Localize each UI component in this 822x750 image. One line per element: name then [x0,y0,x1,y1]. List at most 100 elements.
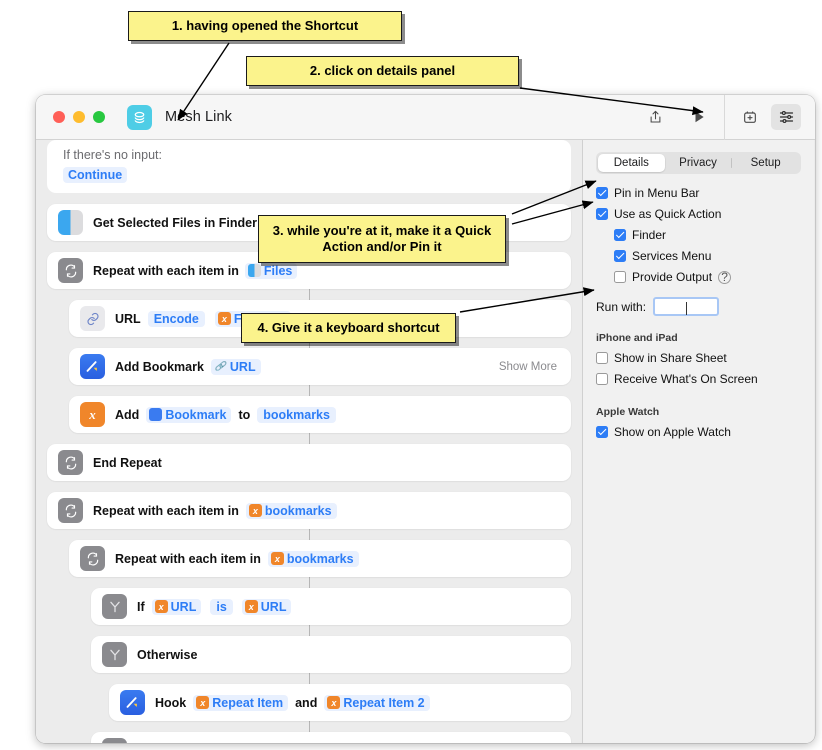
checkbox-show-on-apple-watch[interactable]: Show on Apple Watch [596,425,801,439]
flow-connector [308,529,310,540]
show-more-button[interactable]: Show More [499,361,557,373]
flow-connector [308,721,310,732]
checkbox-services-menu[interactable]: Services Menu [614,249,801,263]
finder-chip-icon [247,264,261,277]
comparison-operator[interactable]: is [210,598,233,615]
action-row-repeat-bookmarks-outer[interactable]: Repeat with each item in x bookmarks [47,492,571,529]
checkbox-receive-whats-on-screen[interactable]: Receive What's On Screen [596,372,801,386]
tab-setup[interactable]: Setup [732,154,799,172]
token-encode[interactable]: Encode [147,310,205,327]
checkbox-box[interactable] [614,229,626,241]
connector-word: and [295,695,318,710]
tab-privacy[interactable]: Privacy [665,154,732,172]
layers-icon [127,104,152,130]
token-bookmarks[interactable]: x bookmarks [267,550,359,567]
shortcuts-window: Mesh Link If there's no input: Continue … [36,95,815,743]
flow-connector [308,433,310,444]
maximize-button[interactable] [93,111,105,123]
variable-chip-icon: x [327,696,341,709]
row-gap [47,193,571,204]
annotation-note-2: 2. click on details panel [246,56,519,86]
checkbox-pin-in-menu-bar[interactable]: Pin in Menu Bar [596,186,801,200]
checkbox-label: Pin in Menu Bar [614,186,700,200]
add-action-icon[interactable] [735,104,765,130]
checkbox-box[interactable] [596,208,608,220]
annotation-note-3: 3. while you're at it, make it a Quick A… [258,215,506,263]
bookmark-icon [120,690,145,715]
token-repeat-item-2[interactable]: x Repeat Item 2 [324,694,430,711]
action-row-otherwise[interactable]: Otherwise [91,636,571,673]
action-row-repeat-bookmarks-inner[interactable]: Repeat with each item in x bookmarks [69,540,571,577]
token-bookmarks[interactable]: x bookmarks [245,502,337,519]
action-label: Repeat with each item in [115,551,261,566]
run-with-input[interactable] [653,297,720,316]
token-bookmarks-var[interactable]: bookmarks [257,406,336,423]
finder-icon [58,210,83,235]
checkbox-use-as-quick-action[interactable]: Use as Quick Action [596,207,801,221]
window-titlebar: Mesh Link [36,95,815,140]
details-panel: Details Privacy Setup Pin in Menu Bar Us… [583,140,814,743]
variable-chip-icon: x [217,312,231,325]
action-label: Get Selected Files in Finder [93,215,257,230]
variable-chip-icon: x [270,552,284,565]
variable-chip-icon: x [244,600,258,613]
action-row-add-to-variable[interactable]: x Add Bookmark to bookmarks [69,396,571,433]
annotation-note-1: 1. having opened the Shortcut [128,11,402,41]
tab-details[interactable]: Details [598,154,665,172]
minimize-button[interactable] [73,111,85,123]
no-input-label: If there's no input: [63,148,162,162]
bookmark-chip-icon [149,408,163,421]
link-icon [80,306,105,331]
action-row-add-bookmark[interactable]: Add Bookmark 🔗 URL Show More [69,348,571,385]
token-url-left[interactable]: x URL [151,598,202,615]
token-repeat-item[interactable]: x Repeat Item [193,694,289,711]
variable-icon: x [80,402,105,427]
token-url-right[interactable]: x URL [241,598,292,615]
checkbox-box[interactable] [614,250,626,262]
variable-chip-icon: x [154,600,168,613]
help-icon[interactable]: ? [718,270,732,284]
action-label: End Repeat [93,455,162,470]
sliders-icon[interactable] [771,104,801,130]
token-label: URL [170,599,197,614]
token-url[interactable]: 🔗 URL [210,358,261,375]
annotation-note-4: 4. Give it a keyboard shortcut [241,313,456,343]
action-label: Repeat with each item in [93,263,239,278]
action-row-end-repeat[interactable]: End Repeat [47,444,571,481]
play-icon[interactable] [684,104,714,130]
token-label: Repeat Item 2 [343,695,425,710]
action-label: Hook [155,695,187,710]
titlebar-actions [640,95,815,140]
checkbox-provide-output[interactable]: Provide Output ? [614,270,801,284]
token-files[interactable]: Files [244,262,298,279]
checkbox-box[interactable] [596,187,608,199]
checkbox-box[interactable] [596,352,608,364]
repeat-icon [80,546,105,571]
token-label: URL [229,359,256,374]
checkbox-label: Show in Share Sheet [614,351,727,365]
token-label: Bookmark [165,407,227,422]
action-row-end-if[interactable]: End If [91,732,571,743]
checkbox-box[interactable] [596,373,608,385]
action-row-if[interactable]: If x URL is x URL [91,588,571,625]
action-row-hook[interactable]: Hook x Repeat Item and x Repeat Item 2 [109,684,571,721]
checkbox-label: Provide Output [632,270,713,284]
row-gap [47,481,571,492]
action-label: URL [115,311,141,326]
token-bookmark[interactable]: Bookmark [146,406,232,423]
token-label: bookmarks [286,551,354,566]
token-label: Repeat Item [212,695,284,710]
checkbox-show-in-share-sheet[interactable]: Show in Share Sheet [596,351,801,365]
repeat-icon [58,498,83,523]
share-icon[interactable] [640,104,670,130]
no-input-row: If there's no input: Continue [47,140,571,193]
action-label: If [137,599,145,614]
continue-button[interactable]: Continue [63,167,128,183]
group-header-apple-watch: Apple Watch [596,406,660,418]
close-button[interactable] [53,111,65,123]
checkbox-box[interactable] [614,271,626,283]
checkbox-label: Services Menu [632,249,712,263]
checkbox-box[interactable] [596,426,608,438]
checkbox-finder[interactable]: Finder [614,228,801,242]
